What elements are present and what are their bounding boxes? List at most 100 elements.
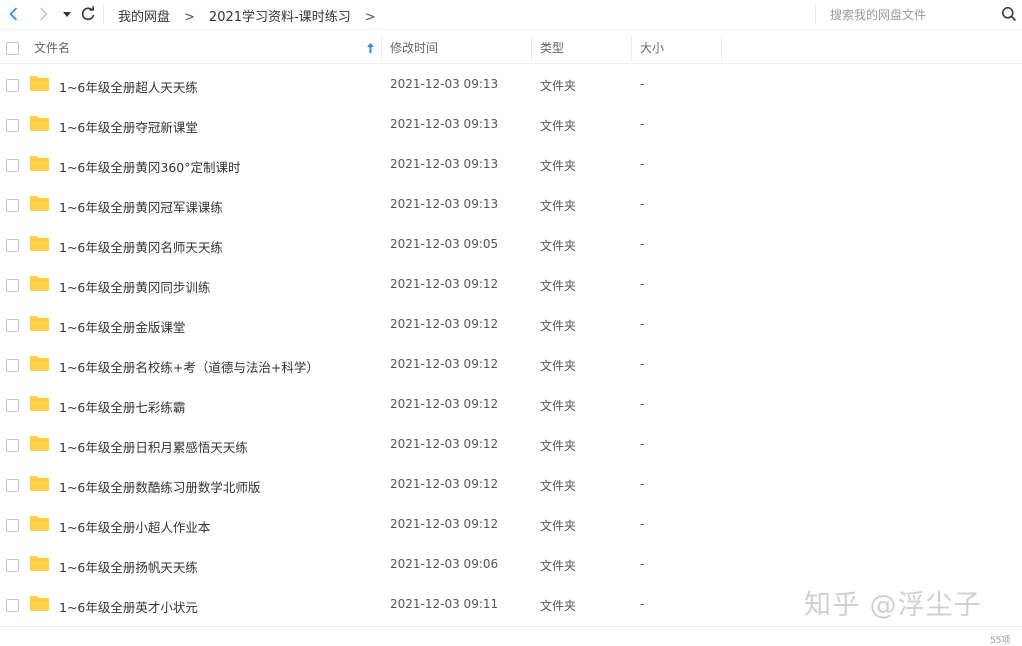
search-input[interactable] — [828, 4, 997, 26]
file-modified-time: 2021-12-03 09:12 — [390, 277, 499, 291]
folder-icon — [30, 316, 49, 331]
file-size: - — [640, 197, 645, 211]
column-header-modified[interactable]: 修改时间 — [390, 33, 438, 63]
file-name[interactable]: 1~6年级全册金版课堂 — [59, 317, 185, 336]
file-name[interactable]: 1~6年级全册黄冈同步训练 — [59, 277, 210, 296]
file-modified-time: 2021-12-03 09:13 — [390, 77, 499, 91]
column-divider[interactable] — [631, 35, 632, 62]
row-checkbox[interactable] — [6, 279, 19, 292]
breadcrumb: 我的网盘 >2021学习资料-课时练习 > — [118, 6, 390, 25]
folder-icon — [30, 596, 49, 611]
file-name[interactable]: 1~6年级全册黄冈360°定制课时 — [59, 157, 241, 176]
refresh-icon — [81, 6, 95, 21]
file-name[interactable]: 1~6年级全册七彩练霸 — [59, 397, 185, 416]
refresh-button[interactable] — [78, 4, 98, 24]
file-type: 文件夹 — [540, 439, 577, 453]
search-icon[interactable] — [1001, 6, 1017, 22]
file-type: 文件夹 — [540, 199, 577, 213]
forward-button[interactable] — [33, 4, 53, 24]
file-size: - — [640, 437, 645, 451]
file-name[interactable]: 1~6年级全册夺冠新课堂 — [59, 117, 198, 136]
file-name[interactable]: 1~6年级全册英才小状元 — [59, 597, 198, 616]
file-modified-time: 2021-12-03 09:05 — [390, 237, 499, 251]
breadcrumb-item-current[interactable]: 2021学习资料-课时练习 — [209, 10, 351, 25]
file-name[interactable]: 1~6年级全册日积月累感悟天天练 — [59, 437, 248, 456]
column-divider[interactable] — [721, 35, 722, 62]
file-row[interactable]: 1~6年级全册金版课堂 2021-12-03 09:12 文件夹 - — [0, 305, 1022, 345]
file-row[interactable]: 1~6年级全册七彩练霸 2021-12-03 09:12 文件夹 - — [0, 385, 1022, 425]
row-checkbox[interactable] — [6, 599, 19, 612]
row-checkbox[interactable] — [6, 519, 19, 532]
file-size: - — [640, 117, 645, 131]
file-modified-time: 2021-12-03 09:12 — [390, 517, 499, 531]
file-row[interactable]: 1~6年级全册黄冈冠军课课练 2021-12-03 09:13 文件夹 - — [0, 185, 1022, 225]
file-modified-time: 2021-12-03 09:13 — [390, 157, 499, 171]
file-size: - — [640, 237, 645, 251]
folder-icon — [30, 356, 49, 371]
file-name[interactable]: 1~6年级全册黄冈名师天天练 — [59, 237, 223, 256]
breadcrumb-separator: > — [364, 10, 376, 25]
column-divider[interactable] — [381, 35, 382, 62]
column-header-size[interactable]: 大小 — [640, 33, 664, 63]
file-modified-time: 2021-12-03 09:11 — [390, 597, 499, 611]
row-checkbox[interactable] — [6, 159, 19, 172]
file-row[interactable]: 1~6年级全册小超人作业本 2021-12-03 09:12 文件夹 - — [0, 505, 1022, 545]
breadcrumb-item-root[interactable]: 我的网盘 — [118, 10, 170, 25]
history-dropdown-button[interactable] — [57, 4, 77, 24]
row-checkbox[interactable] — [6, 439, 19, 452]
caret-down-icon — [63, 12, 71, 17]
file-row[interactable]: 1~6年级全册黄冈名师天天练 2021-12-03 09:05 文件夹 - — [0, 225, 1022, 265]
row-checkbox[interactable] — [6, 239, 19, 252]
folder-icon — [30, 516, 49, 531]
file-name[interactable]: 1~6年级全册黄冈冠军课课练 — [59, 197, 223, 216]
toolbar-divider — [103, 5, 104, 23]
folder-icon — [30, 196, 49, 211]
file-row[interactable]: 1~6年级全册数酷练习册数学北师版 2021-12-03 09:12 文件夹 - — [0, 465, 1022, 505]
column-header-name[interactable]: 文件名 — [34, 33, 70, 63]
row-checkbox[interactable] — [6, 119, 19, 132]
folder-icon — [30, 236, 49, 251]
file-type: 文件夹 — [540, 399, 577, 413]
file-type: 文件夹 — [540, 559, 577, 573]
file-row[interactable]: 1~6年级全册夺冠新课堂 2021-12-03 09:13 文件夹 - — [0, 105, 1022, 145]
file-row[interactable]: 1~6年级全册扬帆天天练 2021-12-03 09:06 文件夹 - — [0, 545, 1022, 585]
file-row[interactable]: 1~6年级全册超人天天练 2021-12-03 09:13 文件夹 - — [0, 65, 1022, 105]
column-divider[interactable] — [531, 35, 532, 62]
file-modified-time: 2021-12-03 09:12 — [390, 317, 499, 331]
folder-icon — [30, 156, 49, 171]
file-row[interactable]: 1~6年级全册日积月累感悟天天练 2021-12-03 09:12 文件夹 - — [0, 425, 1022, 465]
file-name[interactable]: 1~6年级全册扬帆天天练 — [59, 557, 198, 576]
file-size: - — [640, 157, 645, 171]
file-type: 文件夹 — [540, 279, 577, 293]
file-row[interactable]: 1~6年级全册黄冈360°定制课时 2021-12-03 09:13 文件夹 - — [0, 145, 1022, 185]
folder-icon — [30, 476, 49, 491]
file-name[interactable]: 1~6年级全册数酷练习册数学北师版 — [59, 477, 260, 496]
file-name[interactable]: 1~6年级全册超人天天练 — [59, 77, 198, 96]
back-button[interactable] — [4, 4, 24, 24]
file-size: - — [640, 477, 645, 491]
file-modified-time: 2021-12-03 09:13 — [390, 197, 499, 211]
watermark: 知乎 @浮尘子 — [804, 590, 982, 621]
file-name[interactable]: 1~6年级全册小超人作业本 — [59, 517, 210, 536]
column-header-type[interactable]: 类型 — [540, 33, 564, 63]
file-row[interactable]: 1~6年级全册名校练+考（道德与法治+科学） 2021-12-03 09:12 文件… — [0, 345, 1022, 385]
row-checkbox[interactable] — [6, 359, 19, 372]
file-row[interactable]: 1~6年级全册黄冈同步训练 2021-12-03 09:12 文件夹 - — [0, 265, 1022, 305]
row-checkbox[interactable] — [6, 79, 19, 92]
row-checkbox[interactable] — [6, 199, 19, 212]
file-size: - — [640, 597, 645, 611]
file-modified-time: 2021-12-03 09:12 — [390, 397, 499, 411]
file-type: 文件夹 — [540, 319, 577, 333]
file-name[interactable]: 1~6年级全册名校练+考（道德与法治+科学） — [59, 357, 319, 376]
file-size: - — [640, 517, 645, 531]
row-checkbox[interactable] — [6, 399, 19, 412]
file-type: 文件夹 — [540, 479, 577, 493]
folder-icon — [30, 436, 49, 451]
row-checkbox[interactable] — [6, 319, 19, 332]
sort-ascending-icon[interactable] — [366, 42, 375, 54]
row-checkbox[interactable] — [6, 479, 19, 492]
folder-icon — [30, 396, 49, 411]
row-checkbox[interactable] — [6, 559, 19, 572]
file-modified-time: 2021-12-03 09:12 — [390, 477, 499, 491]
select-all-checkbox[interactable] — [6, 42, 19, 55]
